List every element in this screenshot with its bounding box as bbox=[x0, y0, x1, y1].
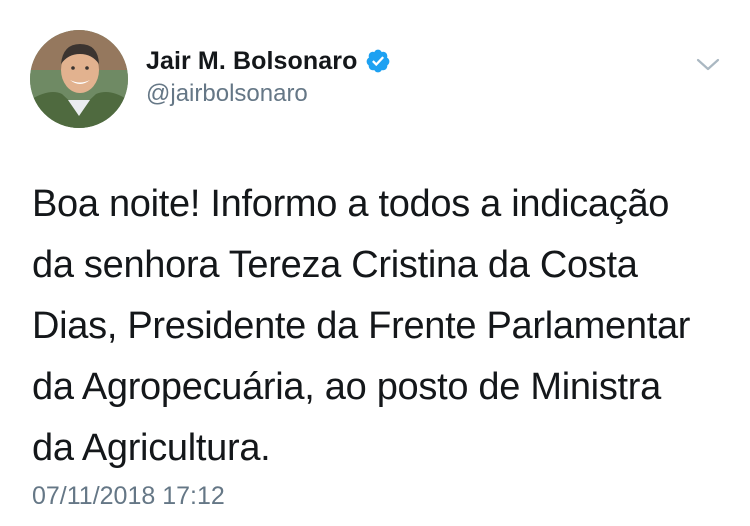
tweet-text-line: Boa noite! Informo a todos a indicação bbox=[32, 183, 670, 225]
chevron-down-icon[interactable] bbox=[694, 50, 722, 78]
author-name-row: Jair M. Bolsonaro bbox=[146, 44, 391, 78]
avatar-photo bbox=[30, 30, 128, 128]
tweet-text-line: da senhora Tereza Cristina da Costa bbox=[32, 244, 638, 286]
tweet-text-line: Dias, Presidente da Frente Parlamentar bbox=[32, 305, 691, 347]
verified-badge-icon bbox=[365, 48, 391, 74]
tweet-card: Jair M. Bolsonaro @jairbolsonaro Boa noi… bbox=[0, 0, 750, 526]
avatar[interactable] bbox=[30, 30, 128, 128]
display-name[interactable]: Jair M. Bolsonaro bbox=[146, 47, 357, 76]
tweet-text-line: da Agropecuária, ao posto de Ministra bbox=[32, 366, 661, 408]
tweet-text: Boa noite! Informo a todos a indicação d… bbox=[32, 174, 732, 479]
user-handle[interactable]: @jairbolsonaro bbox=[146, 80, 308, 108]
tweet-text-line: da Agricultura. bbox=[32, 427, 271, 469]
tweet-timestamp[interactable]: 07/11/2018 17:12 bbox=[32, 482, 225, 511]
